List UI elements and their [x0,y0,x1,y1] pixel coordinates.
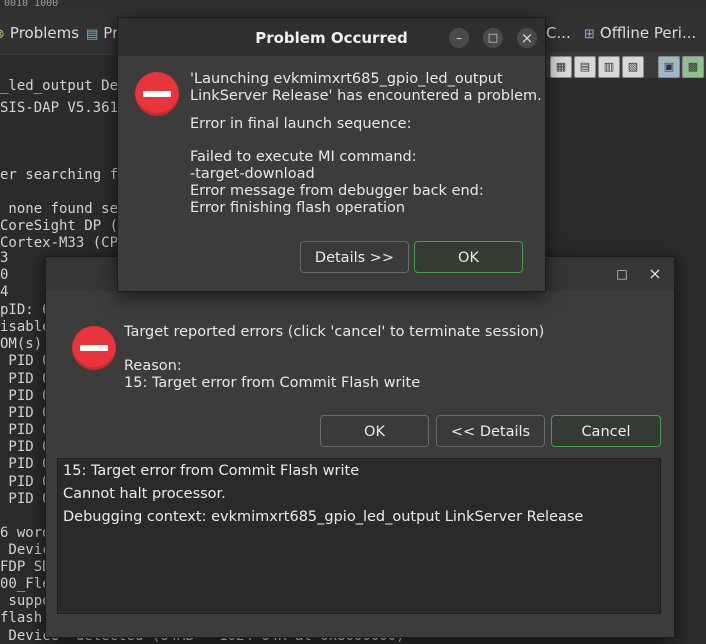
error-icon [135,72,179,116]
problem-message-line-6: Failed to execute MI command: [190,149,417,165]
detail-line-1: 15: Target error from Commit Flash write [63,463,360,479]
cancel-button[interactable]: Cancel [551,415,661,447]
ide-top-strip: 0010 1000 [0,0,706,10]
console-line: pID: 6 [0,302,51,318]
tab-offline-peripherals[interactable]: ⊞ Offline Peri... [584,24,696,42]
console-line: PID 0 [0,405,51,421]
console-line: _led_output Debu [0,78,135,94]
close-icon[interactable]: × [645,264,665,284]
console-line: PID 0 [0,371,51,387]
error-icon [72,326,116,370]
tab-c-label: C... [546,24,571,42]
problem-occurred-dialog: Problem Occurred – □ × 'Launching evkmim… [117,17,546,292]
detail-line-2: Cannot halt processor. [63,486,226,502]
console-line: 3 [0,250,9,266]
problem-message-line-1: 'Launching evkmimxrt685_gpio_led_output [190,71,503,87]
console-line: PID 0 [0,388,51,404]
minimize-icon[interactable]: – [449,28,469,48]
hide-details-button[interactable]: << Details [436,415,545,447]
problems-icon: ⊗ [0,27,5,42]
peripherals-icon: ⊞ [584,27,595,42]
target-message-line-3: Reason: [124,358,182,374]
toolbar-button-5[interactable]: ▣ [658,56,680,78]
console-line: PID 0 [0,439,51,455]
console-line: FDP SD [0,559,51,575]
console-line: PID 0 [0,474,51,490]
toolbar-button-2[interactable]: ▤ [574,56,596,78]
tab-offline-label: Offline Peri... [599,24,697,42]
problem-message-line-4: Error in final launch sequence: [190,116,412,132]
console-line: PID 0 [0,456,51,472]
dialog-title: Problem Occurred [255,29,408,47]
console-line: PID 0 [0,353,51,369]
problem-dialog-titlebar: Problem Occurred – □ × [118,18,545,56]
console-line: 6 word [0,525,51,541]
console-line: isable [0,319,51,335]
ide-top-fragment: 0010 1000 [4,0,59,9]
target-message-line-4: 15: Target error from Commit Flash write [124,375,421,391]
target-message-line-1: Target reported errors (click 'cancel' t… [124,324,545,340]
toolbar-button-4[interactable]: ▧ [622,56,644,78]
console-line: 00_Fle [0,576,51,592]
problem-message-line-2: LinkServer Release' has encountered a pr… [190,88,542,104]
console-line: 0 [0,267,9,283]
maximize-icon[interactable]: □ [612,264,632,284]
console-line: none found set [0,201,127,217]
console-line: Cortex-M33 (CPU [0,235,127,251]
maximize-icon[interactable]: □ [483,28,503,48]
tab-pr[interactable]: ▤ Pr [86,24,118,42]
console-line: OM(s): [0,336,51,352]
console-line: Devic [0,542,51,558]
toolbar-button-3[interactable]: ▥ [598,56,620,78]
progress-icon: ▤ [86,27,99,42]
ok-button[interactable]: OK [414,241,523,273]
close-icon[interactable]: × [517,28,537,48]
console-line: PID 0 [0,491,51,507]
tab-pr-label: Pr [103,24,119,42]
detail-line-3: Debugging context: evkmimxrt685_gpio_led… [63,509,584,525]
toolbar-button-6[interactable]: ▩ [682,56,704,78]
problem-message-line-8: Error message from debugger back end: [190,183,484,199]
ok-button[interactable]: OK [320,415,429,447]
tab-c[interactable]: C... [546,24,571,42]
console-line: PID 0 [0,422,51,438]
details-text-area[interactable]: 15: Target error from Commit Flash write… [57,458,661,614]
tab-problems[interactable]: ⊗ Problems [0,24,79,42]
console-line: suppo [0,593,51,609]
console-line: SIS-DAP V5.361 [0,100,119,116]
show-details-button[interactable]: Details >> [300,241,409,273]
console-line: er searching fo [0,167,127,183]
tab-problems-label: Problems [9,24,80,42]
problem-message-line-7: -target-download [190,166,315,182]
console-line: flash [0,610,43,626]
console-line: CoreSight DP (D [0,218,127,234]
toolbar-button-1[interactable]: ▦ [550,56,572,78]
console-line: 4 [0,284,9,300]
problem-message-line-9: Error finishing flash operation [190,200,406,216]
